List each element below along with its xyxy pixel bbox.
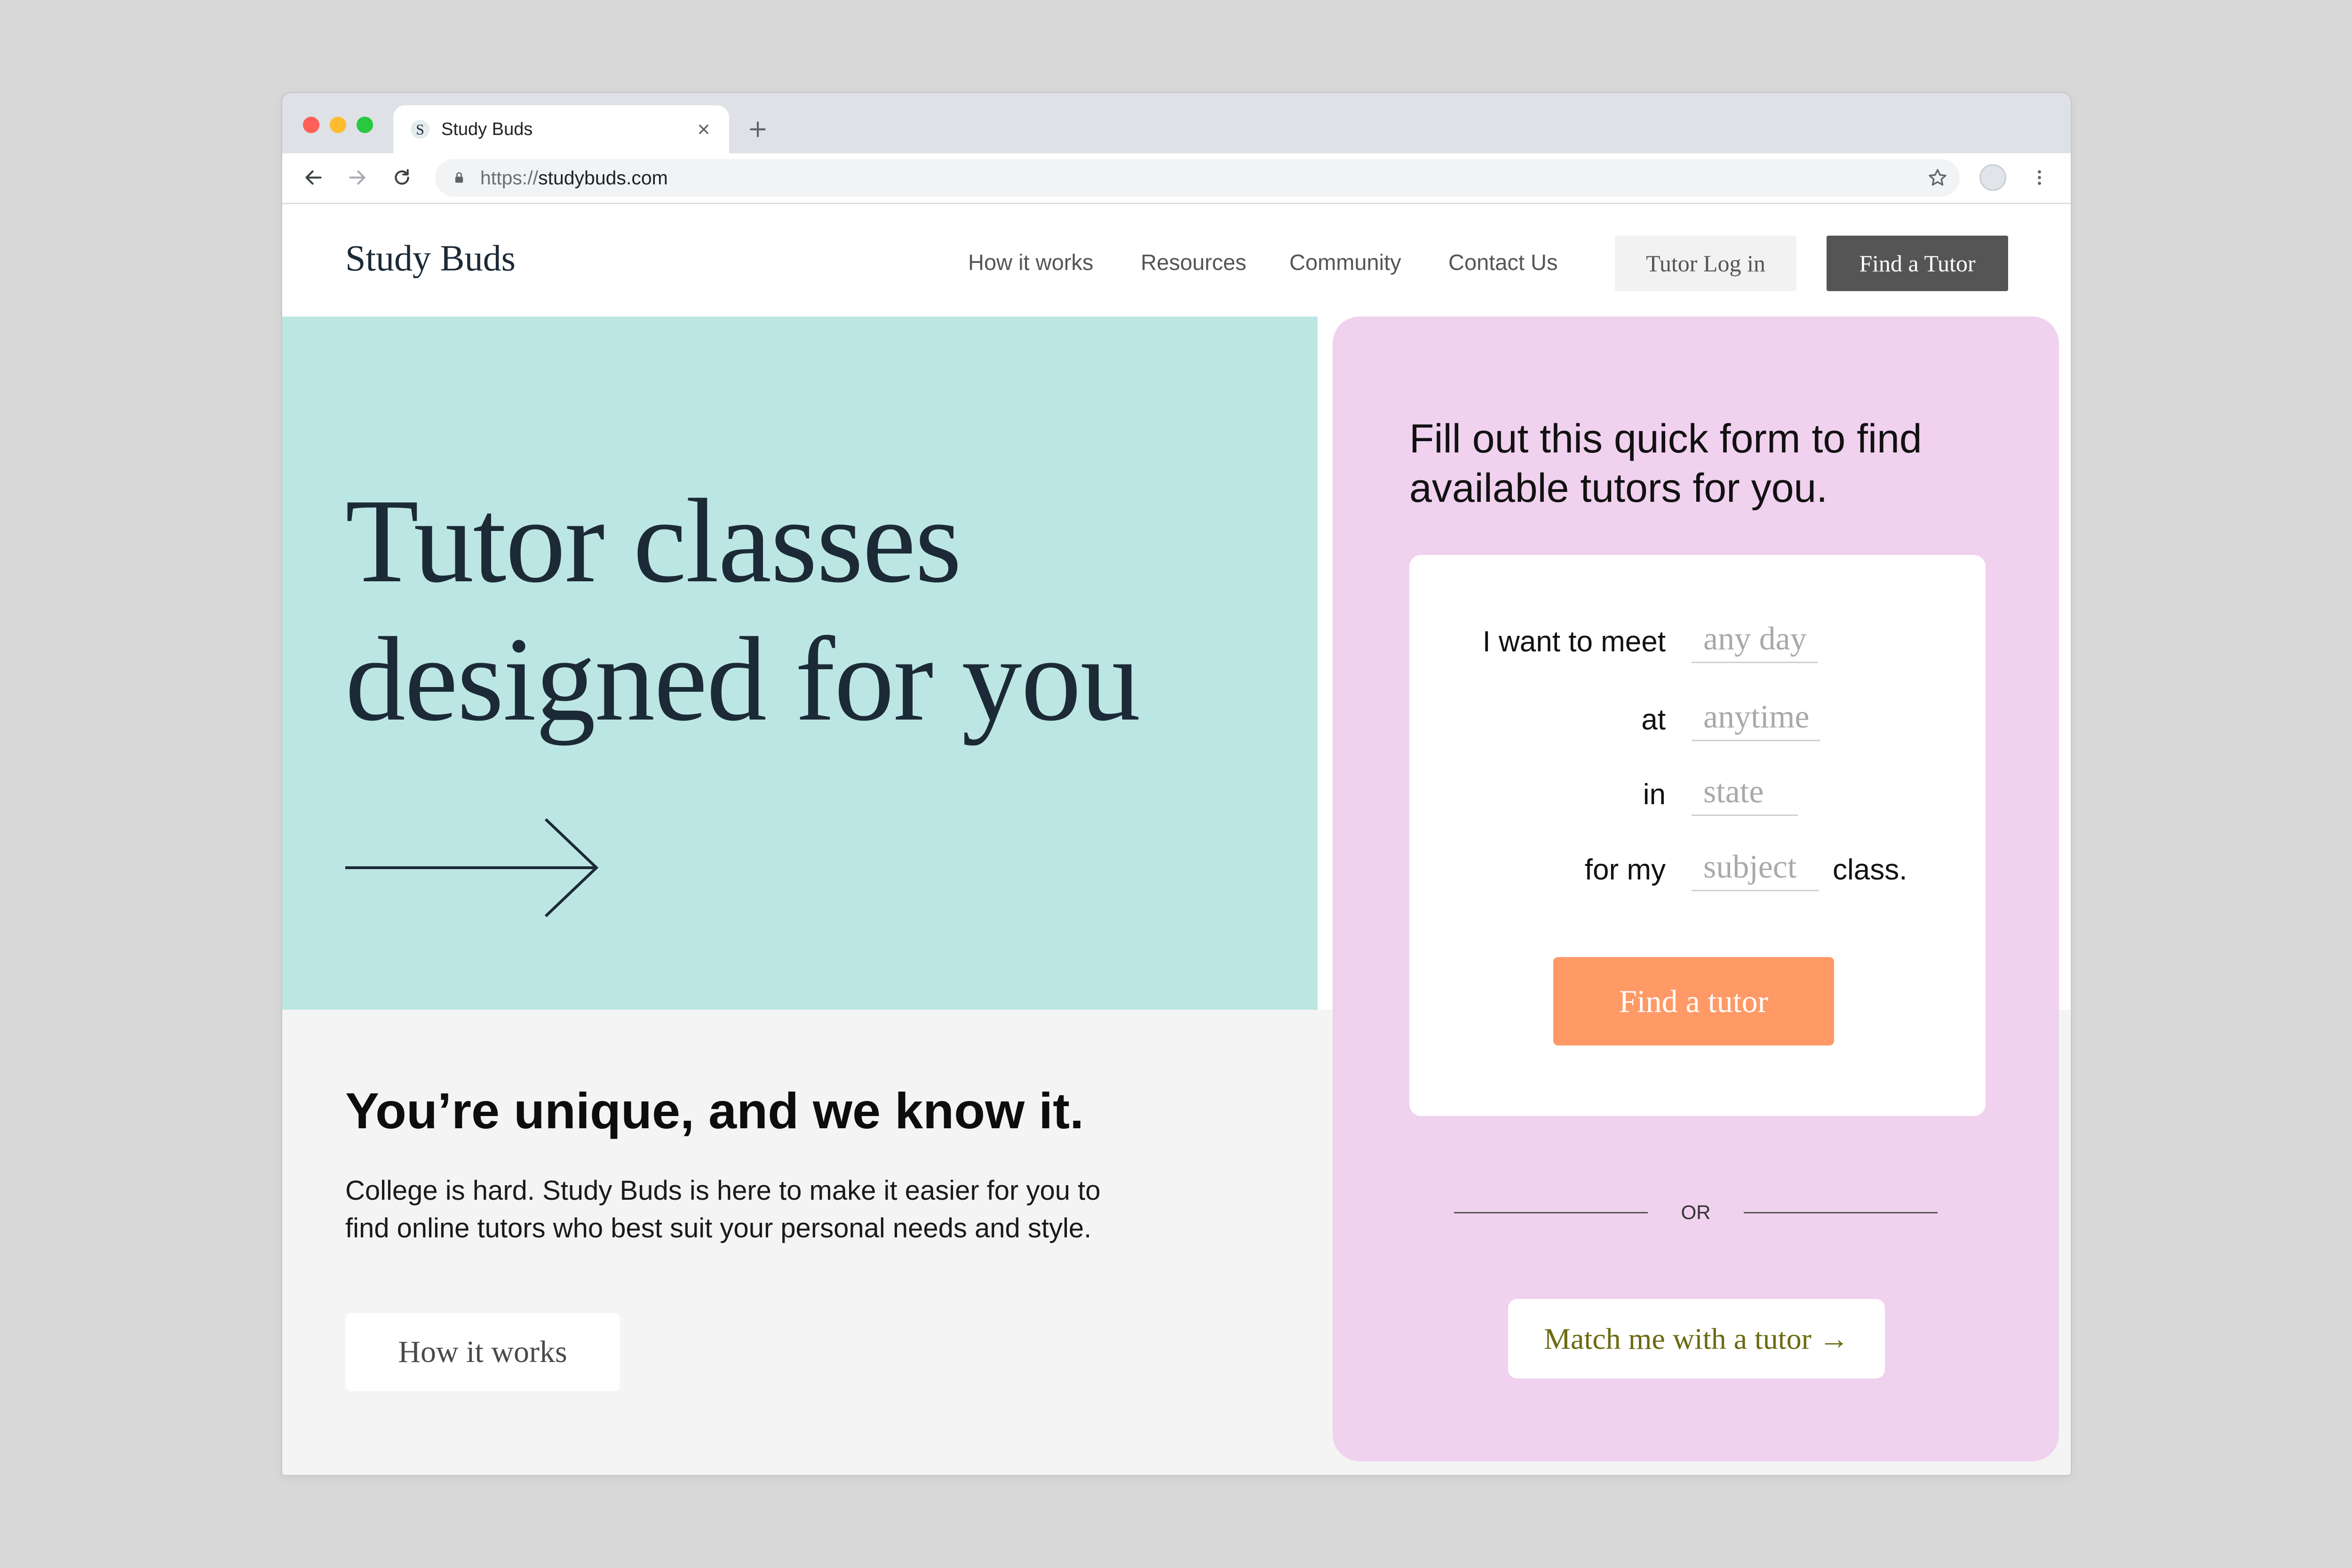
form-row-time: at bbox=[1409, 694, 1986, 746]
browser-toolbar: https://studybuds.com bbox=[282, 153, 2071, 204]
tab-bar: S Study Buds bbox=[282, 93, 2071, 153]
hero-section: Tutor classes designed for you bbox=[282, 317, 1318, 1010]
arrow-left-icon[interactable] bbox=[303, 167, 324, 188]
intro-heading: You’re unique, and we know it. bbox=[345, 1082, 1084, 1139]
site-header: Study Buds How it works Resources Commun… bbox=[282, 204, 2071, 317]
form-row-day: I want to meet bbox=[1409, 616, 1986, 668]
tutor-search-form: I want to meet at in for my class. Find … bbox=[1409, 555, 1986, 1116]
nav-contact-us[interactable]: Contact Us bbox=[1448, 248, 1557, 277]
minimize-window-dot[interactable] bbox=[330, 117, 346, 133]
close-window-dot[interactable] bbox=[303, 117, 319, 133]
how-it-works-button[interactable]: How it works bbox=[345, 1313, 620, 1391]
browser-window: S Study Buds https://studybuds.com Study… bbox=[282, 93, 2071, 1475]
address-bar[interactable]: https://studybuds.com bbox=[435, 159, 1960, 197]
nav-how-it-works[interactable]: How it works bbox=[968, 248, 1093, 277]
form-label: in bbox=[1643, 778, 1666, 811]
lock-icon[interactable] bbox=[453, 171, 466, 184]
intro-body: College is hard. Study Buds is here to m… bbox=[345, 1175, 1101, 1243]
reload-icon[interactable] bbox=[391, 167, 413, 188]
url-scheme: https:// bbox=[480, 167, 539, 189]
arrow-right-icon[interactable] bbox=[347, 167, 368, 188]
close-icon[interactable] bbox=[694, 120, 713, 139]
plus-icon[interactable] bbox=[746, 118, 770, 141]
tutor-login-button[interactable]: Tutor Log in bbox=[1615, 236, 1796, 291]
day-input[interactable] bbox=[1692, 616, 1818, 663]
form-label: at bbox=[1641, 704, 1666, 736]
star-icon[interactable] bbox=[1927, 167, 1948, 188]
site-logo[interactable]: Study Buds bbox=[345, 235, 516, 282]
nav-community[interactable]: Community bbox=[1289, 248, 1401, 277]
form-row-state: in bbox=[1409, 769, 1986, 821]
form-label: I want to meet bbox=[1482, 626, 1666, 658]
find-tutor-panel: Fill out this quick form to find availab… bbox=[1333, 317, 2059, 1461]
find-a-tutor-button[interactable]: Find a Tutor bbox=[1827, 236, 2008, 291]
form-row-subject: for my class. bbox=[1409, 844, 1986, 896]
hero-heading: Tutor classes designed for you bbox=[345, 472, 1140, 749]
find-tutor-submit-button[interactable]: Find a tutor bbox=[1553, 957, 1834, 1045]
hero-heading-line: designed for you bbox=[345, 613, 1140, 746]
nav-resources[interactable]: Resources bbox=[1141, 248, 1247, 277]
url-host: studybuds.com bbox=[538, 167, 668, 189]
url-text[interactable]: https://studybuds.com bbox=[480, 159, 668, 197]
form-suffix: class. bbox=[1833, 854, 1907, 886]
tab-study-buds[interactable]: S Study Buds bbox=[393, 105, 729, 153]
more-vertical-icon[interactable] bbox=[2029, 167, 2050, 188]
divider-line bbox=[1744, 1212, 1938, 1213]
divider-or-text: OR bbox=[1681, 1201, 1711, 1223]
tab-title: Study Buds bbox=[441, 119, 533, 139]
avatar-icon[interactable] bbox=[1979, 164, 2006, 191]
form-title: Fill out this quick form to find availab… bbox=[1409, 416, 1922, 511]
subject-input[interactable] bbox=[1692, 844, 1819, 891]
form-label: for my bbox=[1584, 854, 1666, 886]
match-me-button[interactable]: Match me with a tutor → bbox=[1508, 1299, 1885, 1378]
maximize-window-dot[interactable] bbox=[357, 117, 373, 133]
long-arrow-right-icon bbox=[345, 818, 599, 918]
state-input[interactable] bbox=[1692, 769, 1798, 816]
divider-line bbox=[1454, 1212, 1648, 1213]
favicon-icon: S bbox=[411, 120, 429, 139]
time-input[interactable] bbox=[1692, 694, 1820, 741]
hero-heading-line: Tutor classes bbox=[345, 475, 962, 608]
